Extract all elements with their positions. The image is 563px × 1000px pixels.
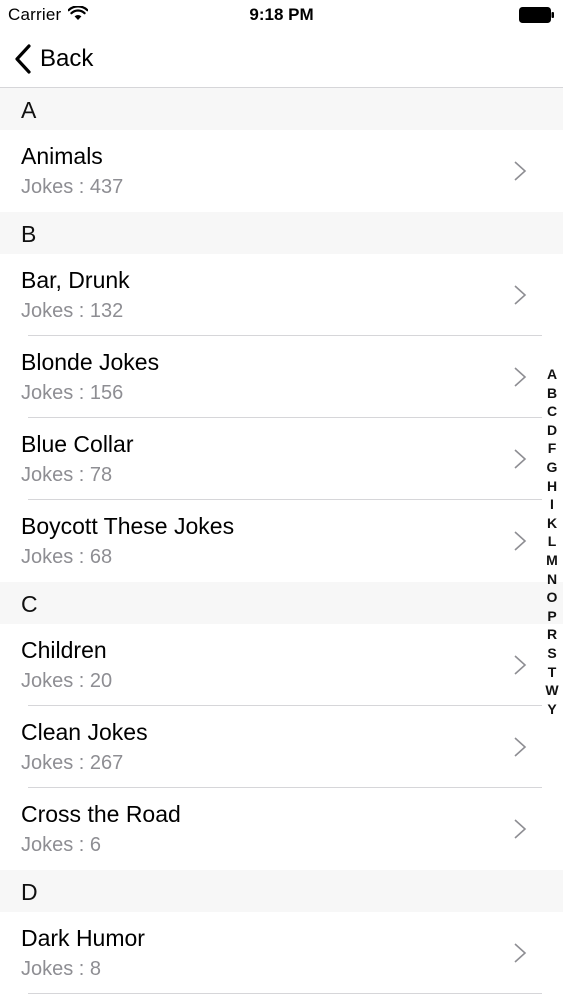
navigation-bar: Back (0, 30, 563, 88)
category-title: Clean Jokes (21, 719, 148, 745)
index-letter-h[interactable]: H (541, 477, 563, 496)
index-letter-a[interactable]: A (541, 365, 563, 384)
chevron-right-icon (513, 530, 527, 552)
list-item[interactable]: Blue Collar Jokes : 78 (0, 418, 563, 500)
joke-count: Jokes : 78 (21, 464, 113, 486)
joke-count: Jokes : 437 (21, 176, 124, 198)
joke-count: Jokes : 68 (21, 546, 113, 568)
index-letter-k[interactable]: K (541, 514, 563, 533)
list-item[interactable]: Bar, Drunk Jokes : 132 (0, 254, 563, 336)
list-item[interactable]: Clean Jokes Jokes : 267 (0, 706, 563, 788)
category-title: Animals (21, 143, 103, 169)
category-title: Bar, Drunk (21, 267, 130, 293)
list-item[interactable]: Animals Jokes : 437 (0, 130, 563, 212)
index-letter-l[interactable]: L (541, 532, 563, 551)
joke-count: Jokes : 8 (21, 958, 102, 980)
category-title: Cross the Road (21, 801, 181, 827)
index-letter-t[interactable]: T (541, 663, 563, 682)
index-letter-m[interactable]: M (541, 551, 563, 570)
chevron-right-icon (513, 284, 527, 306)
index-letter-y[interactable]: Y (541, 700, 563, 719)
index-letter-r[interactable]: R (541, 625, 563, 644)
joke-category-list: A Animals Jokes : 437 B Bar, Drunk Jokes… (0, 88, 563, 994)
chevron-left-icon (14, 44, 32, 74)
chevron-right-icon (513, 366, 527, 388)
chevron-right-icon (513, 448, 527, 470)
category-title: Blue Collar (21, 431, 134, 457)
index-letter-p[interactable]: P (541, 607, 563, 626)
list-item[interactable]: Dark Humor Jokes : 8 (0, 912, 563, 994)
section-header-c: C (0, 582, 563, 624)
index-letter-b[interactable]: B (541, 384, 563, 403)
chevron-right-icon (513, 654, 527, 676)
category-title: Children (21, 637, 107, 663)
back-label: Back (40, 45, 94, 72)
section-letter: D (21, 879, 38, 905)
index-letter-n[interactable]: N (541, 570, 563, 589)
joke-count: Jokes : 267 (21, 752, 124, 774)
row-separator (28, 993, 542, 994)
back-button[interactable]: Back (14, 42, 93, 76)
status-time: 9:18 PM (249, 5, 314, 24)
chevron-right-icon (513, 818, 527, 840)
index-letter-s[interactable]: S (541, 644, 563, 663)
joke-count: Jokes : 132 (21, 300, 124, 322)
section-letter: A (21, 97, 37, 123)
list-item[interactable]: Children Jokes : 20 (0, 624, 563, 706)
index-letter-w[interactable]: W (541, 681, 563, 700)
chevron-right-icon (513, 736, 527, 758)
section-letter: C (21, 591, 38, 617)
index-letter-c[interactable]: C (541, 402, 563, 421)
battery-icon (519, 7, 555, 28)
joke-count: Jokes : 6 (21, 834, 102, 856)
section-letter: B (21, 221, 37, 247)
chevron-right-icon (513, 160, 527, 182)
chevron-right-icon (513, 942, 527, 964)
category-title: Blonde Jokes (21, 349, 160, 375)
category-title: Dark Humor (21, 925, 145, 951)
index-letter-i[interactable]: I (541, 495, 563, 514)
section-header-a: A (0, 88, 563, 130)
index-letter-f[interactable]: F (541, 439, 563, 458)
section-header-b: B (0, 212, 563, 254)
index-letter-g[interactable]: G (541, 458, 563, 477)
section-header-d: D (0, 870, 563, 912)
index-letter-d[interactable]: D (541, 421, 563, 440)
list-item[interactable]: Boycott These Jokes Jokes : 68 (0, 500, 563, 582)
list-item[interactable]: Cross the Road Jokes : 6 (0, 788, 563, 870)
joke-count: Jokes : 156 (21, 382, 124, 404)
index-letter-o[interactable]: O (541, 588, 563, 607)
joke-count: Jokes : 20 (21, 670, 113, 692)
category-title: Boycott These Jokes (21, 513, 235, 539)
status-bar: Carrier 9:18 PM (0, 0, 563, 30)
section-index-bar[interactable]: ABCDFGHIKLMNOPRSTWY (541, 365, 563, 718)
list-item[interactable]: Blonde Jokes Jokes : 156 (0, 336, 563, 418)
